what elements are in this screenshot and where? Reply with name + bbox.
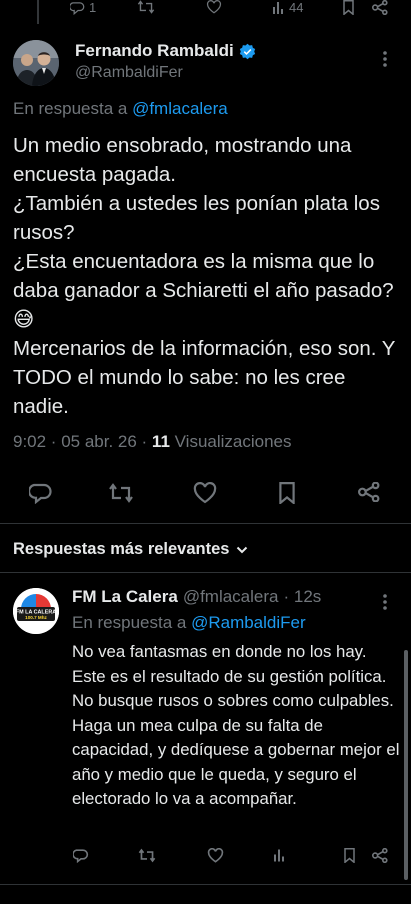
like-button[interactable] (207, 848, 224, 863)
previous-tweet-action-bar: 1 44 (0, 0, 411, 22)
reply-icon (70, 1, 85, 15)
tweet-meta: 9:02 · 05 abr. 26 · 11 Visualizaciones (13, 432, 292, 452)
heart-icon (206, 0, 222, 14)
avatar[interactable] (13, 40, 59, 86)
retweet-action[interactable] (137, 0, 155, 14)
share-icon (372, 848, 388, 863)
divider (0, 572, 411, 573)
scrollbar[interactable] (404, 650, 408, 880)
reply-header: FM La Calera @fmlacalera · 12s (72, 587, 321, 607)
like-action[interactable] (206, 0, 222, 14)
author-photo (13, 40, 59, 86)
share-button[interactable] (372, 848, 388, 863)
views-action[interactable]: 44 (272, 0, 303, 15)
divider (0, 884, 411, 885)
reply-context-mention[interactable]: @RambaldiFer (191, 613, 306, 632)
retweet-icon (109, 483, 133, 503)
retweet-button[interactable] (108, 482, 134, 504)
chevron-down-icon (237, 546, 248, 553)
author-handle[interactable]: @RambaldiFer (75, 64, 183, 82)
share-icon (358, 482, 380, 502)
author-name[interactable]: Fernando Rambaldi (75, 41, 234, 61)
reply-time[interactable]: · 12s (284, 587, 322, 607)
views-label[interactable]: Visualizaciones (170, 432, 292, 451)
reply-context: En respuesta a @fmlacalera (13, 99, 228, 119)
tweet-action-bar (0, 482, 411, 510)
bookmark-button[interactable] (278, 482, 296, 504)
share-action[interactable] (372, 0, 388, 15)
more-vertical-icon (383, 51, 387, 67)
thread-connector-line (37, 0, 39, 24)
share-icon (372, 0, 388, 15)
fm-la-calera-logo: FM LA CALERA 100.7 Mhz (13, 588, 59, 634)
bookmark-icon (279, 482, 295, 504)
reply-more-options-button[interactable] (382, 593, 388, 611)
replies-sort-dropdown[interactable]: Respuestas más relevantes (13, 540, 248, 559)
author-name-row[interactable]: Fernando Rambaldi (75, 41, 256, 61)
reply-author-handle[interactable]: @fmlacalera (183, 587, 279, 607)
tweet-timestamp[interactable]: 9:02 · 05 abr. 26 · (13, 432, 152, 451)
verified-badge-icon (239, 43, 255, 59)
views-icon (274, 849, 284, 862)
reply-icon (73, 849, 89, 863)
reply-author-name[interactable]: FM La Calera (72, 587, 178, 607)
reply-count: 1 (89, 0, 97, 15)
more-vertical-icon (383, 594, 387, 610)
reply-context-mention[interactable]: @fmlacalera (132, 99, 228, 118)
reply-button[interactable] (29, 482, 53, 504)
views-count: 44 (289, 0, 304, 15)
retweet-icon (138, 848, 156, 863)
retweet-icon (137, 0, 155, 14)
reply-context-prefix: En respuesta a (72, 613, 192, 632)
bookmark-icon (343, 0, 354, 15)
reply-context: En respuesta a @RambaldiFer (72, 613, 306, 633)
retweet-button[interactable] (138, 848, 156, 863)
reply-button[interactable] (73, 848, 89, 863)
reply-avatar[interactable]: FM LA CALERA 100.7 Mhz (13, 588, 59, 634)
bookmark-icon (344, 848, 355, 863)
tweet-text: Un medio ensobrado, mostrando una encues… (13, 134, 396, 418)
heart-icon (207, 848, 224, 863)
reply-context-prefix: En respuesta a (13, 99, 133, 118)
views-number: 11 (151, 432, 170, 451)
bookmark-action[interactable] (342, 0, 355, 15)
replies-sort-label: Respuestas más relevantes (13, 540, 230, 558)
reply-icon (29, 483, 52, 504)
heart-icon (193, 482, 217, 504)
share-button[interactable] (358, 482, 380, 502)
divider (0, 523, 411, 524)
views-button[interactable] (273, 848, 287, 862)
more-options-button[interactable] (382, 50, 388, 68)
logo-text-bottom: 100.7 Mhz (25, 615, 47, 620)
like-button[interactable] (193, 482, 217, 504)
views-icon (273, 2, 283, 14)
reply-action[interactable]: 1 (70, 0, 96, 15)
reply-action-bar (0, 848, 411, 870)
bookmark-button[interactable] (343, 848, 356, 863)
reply-text: No vea fantasmas en donde no los hay. Es… (72, 642, 400, 808)
